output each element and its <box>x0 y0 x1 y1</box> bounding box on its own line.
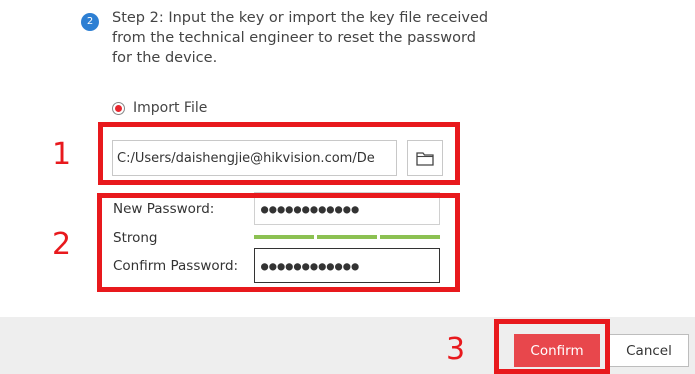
step-instructions: Step 2: Input the key or import the key … <box>112 10 489 66</box>
radio-selected-icon[interactable] <box>112 101 125 115</box>
annotation-number-2: 2 <box>52 227 72 262</box>
highlight-box-3 <box>494 319 610 374</box>
import-file-label: Import File <box>133 100 208 116</box>
highlight-box-1 <box>98 122 460 185</box>
import-file-option[interactable]: Import File <box>112 100 207 116</box>
cancel-button[interactable]: Cancel <box>609 334 689 367</box>
step-number-badge: 2 <box>81 13 99 31</box>
highlight-box-2 <box>97 193 460 292</box>
annotation-number-1: 1 <box>52 137 72 172</box>
annotation-number-3: 3 <box>446 332 466 367</box>
reset-password-dialog: 2 Step 2: Input the key or import the ke… <box>0 0 695 374</box>
